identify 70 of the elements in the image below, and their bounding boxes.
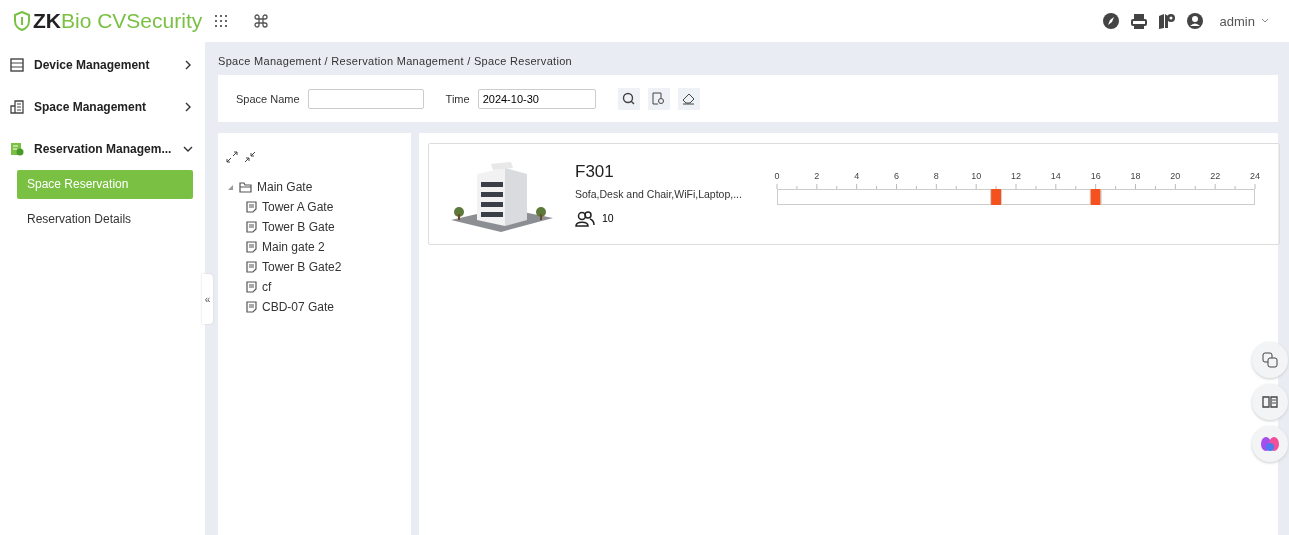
document-icon [246, 201, 257, 213]
document-icon [246, 281, 257, 293]
search-icon [622, 92, 636, 105]
input-field[interactable]: 2024-10-30 [477, 88, 596, 109]
amenities-text: Sofa,Desk and Chair,WiFi,Laptop,... [575, 187, 743, 200]
tick-label: 24 [1250, 171, 1260, 181]
nav-group[interactable]: Device Management [0, 44, 205, 86]
tick-label: 10 [971, 171, 982, 181]
tree-item[interactable]: CBD-07 Gate [262, 300, 335, 314]
tree-item[interactable]: Tower B Gate2 [262, 260, 342, 274]
tick-label: 2 [814, 171, 820, 181]
brain-icon [1260, 435, 1280, 453]
tick-label: 12 [1011, 171, 1021, 181]
input-field[interactable] [307, 88, 424, 109]
printer-icon[interactable] [1129, 12, 1148, 30]
tick-label: 4 [854, 171, 860, 181]
field-label: Time [445, 92, 470, 105]
tick-label: 22 [1210, 171, 1221, 181]
tick-label: 14 [1050, 171, 1061, 181]
document-icon [246, 301, 257, 313]
document-icon [246, 261, 257, 273]
document-search-icon [652, 92, 666, 105]
clear-button[interactable] [677, 87, 700, 110]
ai-assistant-button[interactable] [1252, 426, 1288, 462]
eraser-icon [682, 92, 696, 105]
calendar-icon [10, 142, 24, 156]
compass-icon[interactable] [1101, 12, 1120, 30]
capacity-count: 10 [602, 212, 614, 224]
tree-item[interactable]: Main gate 2 [262, 240, 325, 254]
book-icon [1262, 395, 1278, 409]
nav-item[interactable]: Reservation Details [17, 205, 193, 234]
building-icon [10, 100, 24, 114]
tree-item[interactable]: Tower B Gate [262, 220, 335, 234]
apps-grid-icon[interactable] [214, 14, 228, 28]
server-icon [10, 58, 24, 72]
tick-label: 16 [1090, 171, 1101, 181]
tick-label: 8 [933, 171, 939, 181]
advanced-search-button[interactable] [647, 87, 670, 110]
tree-item[interactable]: Main Gate [257, 180, 313, 194]
folder-icon [239, 181, 252, 193]
shield-logo-icon [14, 11, 30, 31]
space-card[interactable]: F301 Sofa,Desk and Chair,WiFi,Laptop,... 10 0 2 4 6 8 10 12 14 16 18 20 22 24 [428, 143, 1280, 245]
tick-label: 6 [894, 171, 899, 181]
tree-item[interactable]: Tower A Gate [262, 200, 334, 214]
translate-button[interactable] [1252, 342, 1288, 378]
command-icon[interactable] [254, 14, 268, 28]
tick-label: 0 [774, 171, 780, 181]
reserved-slot [1090, 189, 1101, 205]
tree-item[interactable]: cf [262, 280, 272, 294]
space-name: F301 [575, 161, 615, 182]
nav-group[interactable]: Space Management [0, 86, 205, 128]
expanded-arrow-icon[interactable] [226, 183, 234, 191]
user-menu[interactable]: admin [1213, 12, 1275, 30]
search-button[interactable] [617, 87, 640, 110]
app-logo: ZKBio CVSecurity [33, 9, 203, 33]
field-label: Space Name [236, 92, 300, 105]
collapse-handle[interactable]: « [202, 274, 213, 324]
chevron-down-icon [1261, 18, 1269, 24]
user-avatar-icon[interactable] [1185, 12, 1204, 30]
collapse-icon[interactable] [244, 151, 256, 163]
manual-button[interactable] [1252, 384, 1288, 420]
breadcrumb: Space Management / Reservation Management / Space Reservation [218, 54, 573, 69]
people-icon [575, 209, 595, 227]
document-icon [246, 241, 257, 253]
reserved-slot [991, 189, 1002, 205]
tick-label: 18 [1130, 171, 1141, 181]
document-icon [246, 221, 257, 233]
expand-icon[interactable] [226, 151, 238, 163]
nav-group[interactable]: Reservation Managem... [0, 128, 205, 170]
tick-label: 20 [1170, 171, 1181, 181]
